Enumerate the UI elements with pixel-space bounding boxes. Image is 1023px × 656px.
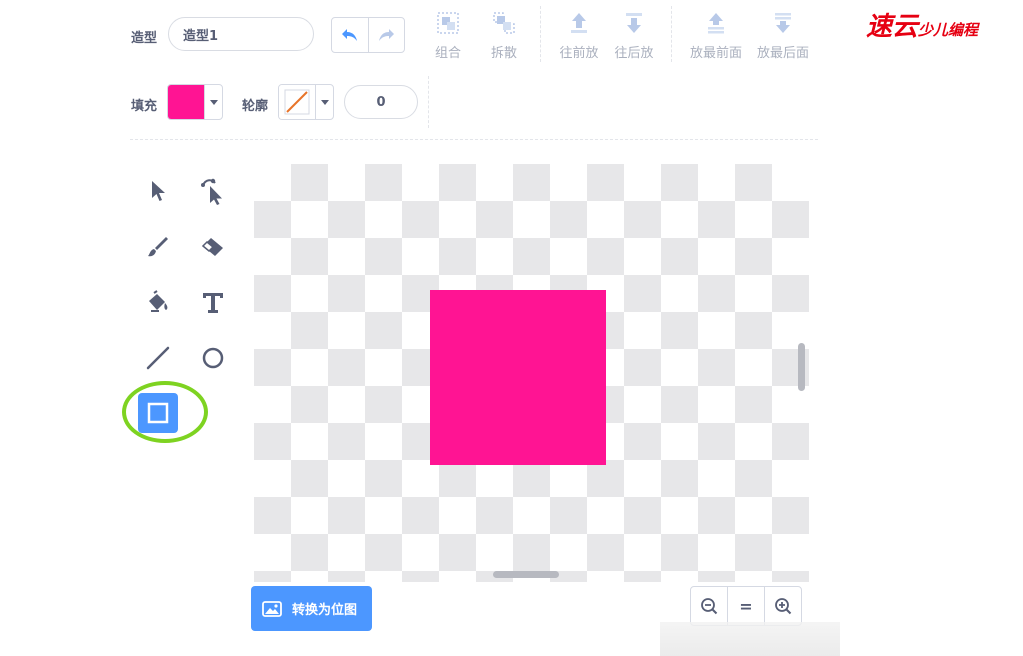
select-tool[interactable]	[138, 171, 178, 211]
reshape-tool[interactable]	[193, 171, 233, 211]
line-tool[interactable]	[138, 338, 178, 378]
text-icon	[203, 293, 223, 313]
toolbar-divider	[428, 76, 429, 128]
fill-dropdown[interactable]	[204, 85, 222, 119]
fill-color-swatch	[168, 85, 204, 119]
fill-tool[interactable]	[138, 283, 178, 323]
zoom-reset-button[interactable]: =	[727, 587, 764, 625]
caret-down-icon	[320, 99, 329, 105]
brush-tool[interactable]	[138, 227, 178, 267]
text-tool[interactable]	[193, 283, 233, 323]
blurred-area	[660, 622, 840, 656]
bring-to-front-button[interactable]: 放最前面	[683, 10, 749, 61]
arrow-icon	[152, 181, 165, 201]
zoom-in-button[interactable]	[764, 587, 801, 625]
toolbar-divider	[671, 6, 672, 62]
outline-dropdown[interactable]	[315, 85, 333, 119]
convert-to-bitmap-button[interactable]: 转换为位图	[251, 586, 372, 631]
toolbar-divider	[540, 6, 541, 62]
watermark-logo: 速云少儿编程	[866, 6, 978, 43]
outline-label: 轮廓	[242, 99, 269, 114]
vertical-scrollbar[interactable]	[798, 343, 805, 391]
zoom-out-icon	[701, 598, 718, 615]
toolbar-bottom-divider	[130, 139, 818, 140]
outline-color-swatch	[279, 85, 315, 119]
forward-button[interactable]: 往前放	[549, 10, 609, 61]
ungroup-label: 拆散	[490, 46, 517, 61]
group-icon	[437, 12, 459, 34]
reshape-icon	[201, 178, 222, 205]
undo-redo-group	[331, 17, 405, 53]
rectangle-tool-highlight	[122, 381, 208, 443]
eraser-tool[interactable]	[193, 227, 233, 267]
send-to-back-button[interactable]: 放最后面	[750, 10, 816, 61]
logo-sub-text: 少儿编程	[918, 21, 979, 39]
outline-width-input[interactable]	[344, 85, 418, 119]
circle-icon	[202, 347, 224, 369]
send-to-back-icon	[775, 13, 791, 33]
redo-icon	[379, 29, 395, 41]
send-to-back-label: 放最后面	[756, 46, 809, 61]
zoom-controls: =	[690, 586, 802, 626]
logo-main-text: 速云	[866, 12, 919, 42]
undo-button[interactable]	[332, 18, 368, 52]
line-icon	[146, 346, 170, 370]
zoom-out-button[interactable]	[691, 587, 727, 625]
bring-to-front-label: 放最前面	[689, 46, 742, 61]
backward-button[interactable]: 往后放	[604, 10, 664, 61]
undo-icon	[341, 29, 357, 41]
brush-icon	[148, 237, 168, 257]
fill-color-button[interactable]	[167, 84, 223, 120]
move-backward-icon	[626, 13, 642, 33]
group-button[interactable]: 组合	[418, 10, 478, 61]
image-icon	[262, 600, 282, 617]
bucket-icon	[149, 290, 168, 312]
forward-label: 往前放	[559, 46, 599, 61]
horizontal-scrollbar[interactable]	[493, 571, 559, 578]
ungroup-icon	[493, 12, 515, 34]
fill-label: 填充	[131, 99, 158, 114]
circle-tool[interactable]	[193, 338, 233, 378]
costume-label: 造型	[131, 31, 158, 46]
move-forward-icon	[571, 13, 587, 33]
pink-rectangle-shape[interactable]	[430, 290, 606, 465]
backward-label: 往后放	[614, 46, 654, 61]
zoom-in-icon	[775, 598, 792, 615]
caret-down-icon	[209, 99, 218, 105]
ungroup-button[interactable]: 拆散	[474, 10, 534, 61]
group-label: 组合	[434, 46, 461, 61]
convert-to-bitmap-label: 转换为位图	[292, 603, 358, 618]
costume-name-input[interactable]	[168, 17, 314, 51]
redo-button[interactable]	[367, 18, 405, 52]
outline-color-button[interactable]	[278, 84, 334, 120]
eraser-icon	[201, 238, 223, 256]
no-color-icon	[284, 89, 310, 115]
bring-to-front-icon	[708, 13, 724, 34]
